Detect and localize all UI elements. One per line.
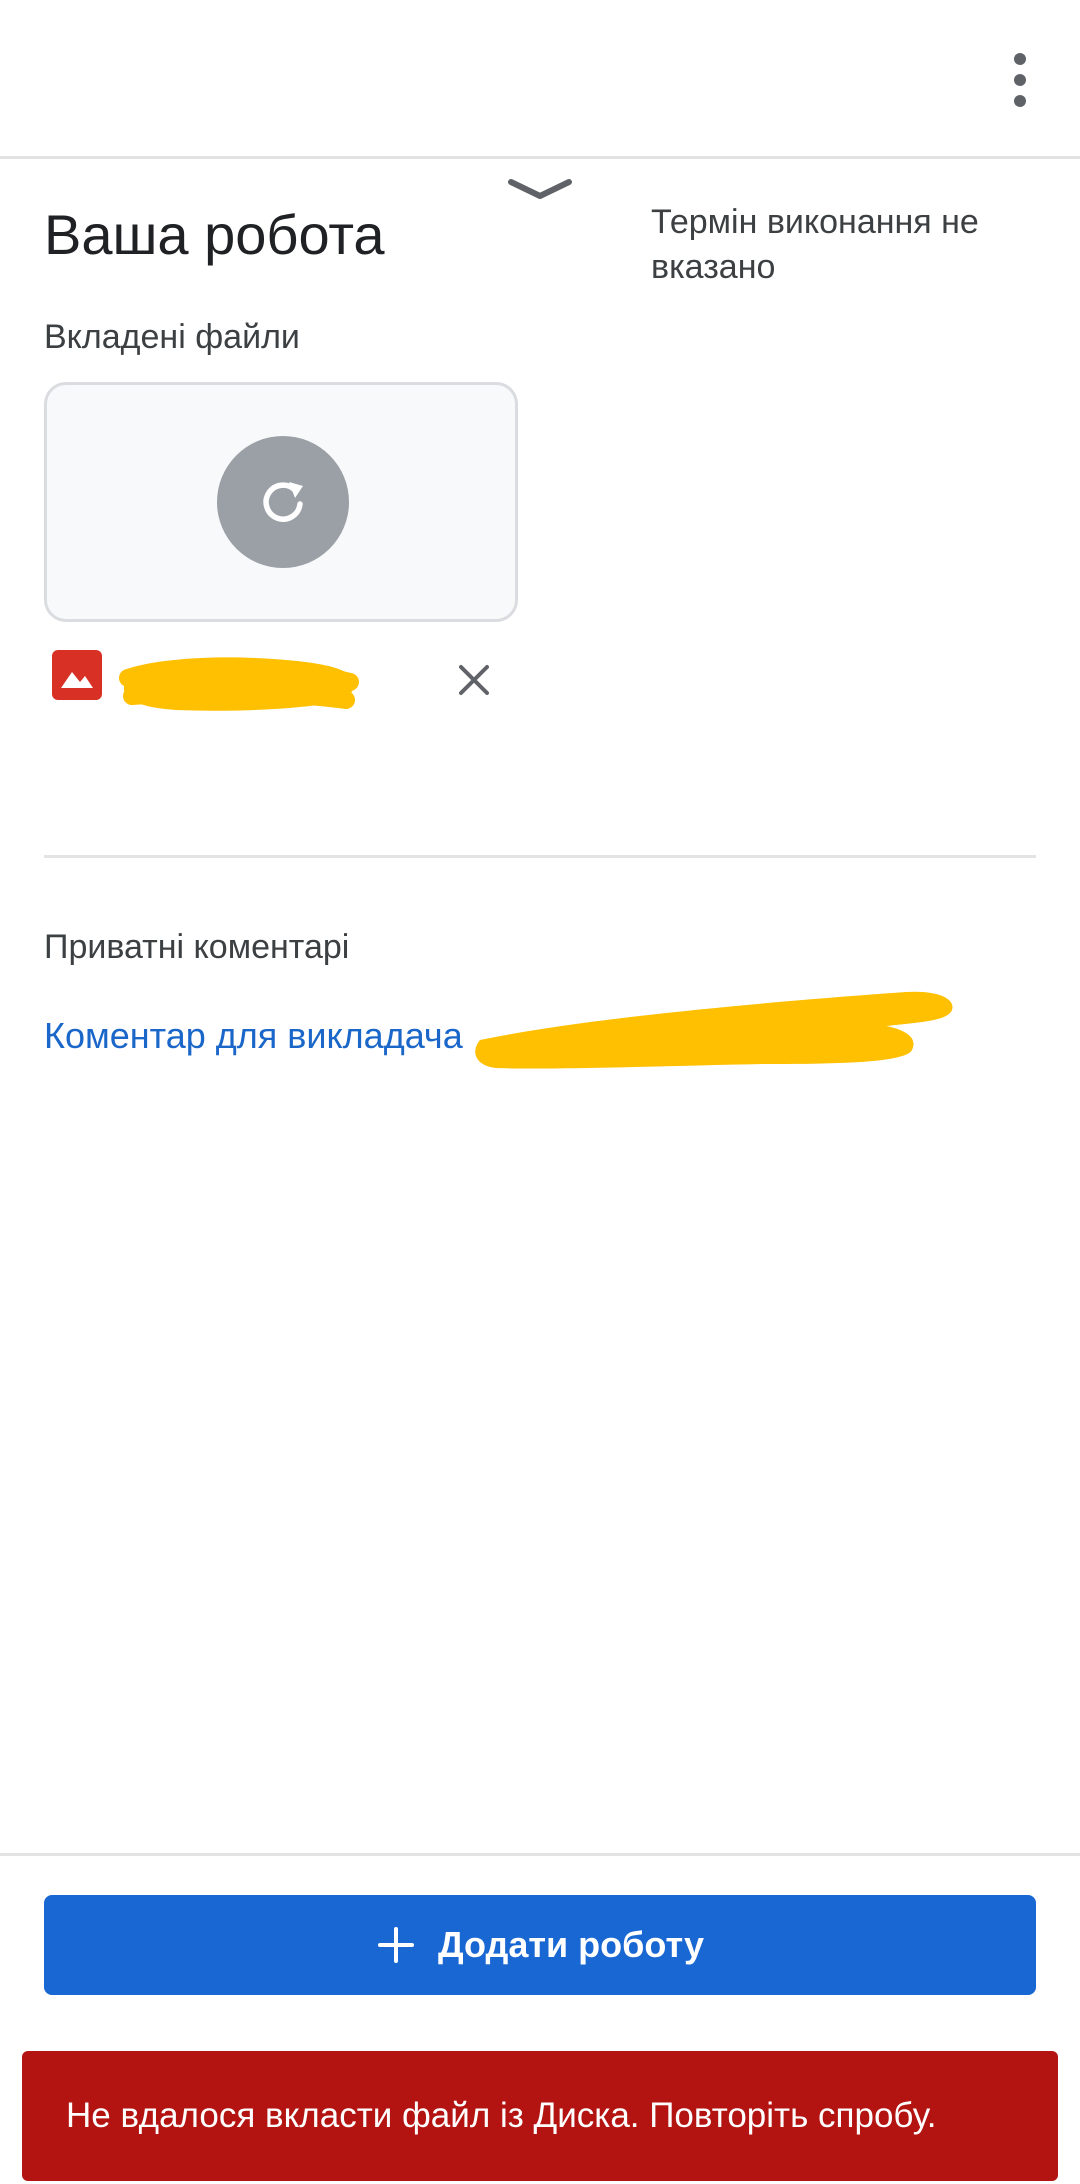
chevron-down-icon[interactable] (505, 172, 575, 206)
section-divider (44, 855, 1036, 858)
app-bar (0, 0, 1080, 159)
attached-file-row (44, 640, 518, 720)
error-snackbar: Не вдалося вкласти файл із Диска. Повтор… (22, 2051, 1058, 2181)
snackbar-message: Не вдалося вкласти файл із Диска. Повтор… (66, 2096, 937, 2135)
more-options-button[interactable] (990, 44, 1050, 116)
more-vert-icon (1014, 53, 1026, 65)
page-title: Ваша робота (44, 203, 385, 266)
bottom-bar-divider (0, 1853, 1080, 1856)
attachments-label: Вкладені файли (44, 318, 300, 356)
plus-icon (377, 1927, 414, 1963)
refresh-icon (263, 482, 303, 522)
remove-attachment-button[interactable] (448, 654, 500, 706)
screen: Ваша робота Термін виконання не вказано … (0, 0, 1080, 2184)
add-private-comment-link[interactable]: Коментар для викладача (44, 1015, 463, 1057)
more-vert-icon-dot (1014, 74, 1026, 86)
redaction-scribble (119, 657, 359, 711)
app-bar-divider (0, 156, 1080, 159)
add-work-label: Додати роботу (437, 1924, 705, 1965)
image-icon (52, 650, 102, 700)
close-icon (459, 665, 489, 695)
add-work-button[interactable]: Додати роботу (44, 1895, 1036, 1995)
retry-button[interactable] (217, 436, 349, 568)
attachment-preview-card[interactable] (44, 382, 518, 622)
redaction-scribble (475, 991, 953, 1069)
private-comments-label: Приватні коментарі (44, 928, 350, 966)
due-date-status: Термін виконання не вказано (651, 203, 979, 286)
more-vert-icon-dot (1014, 95, 1026, 107)
